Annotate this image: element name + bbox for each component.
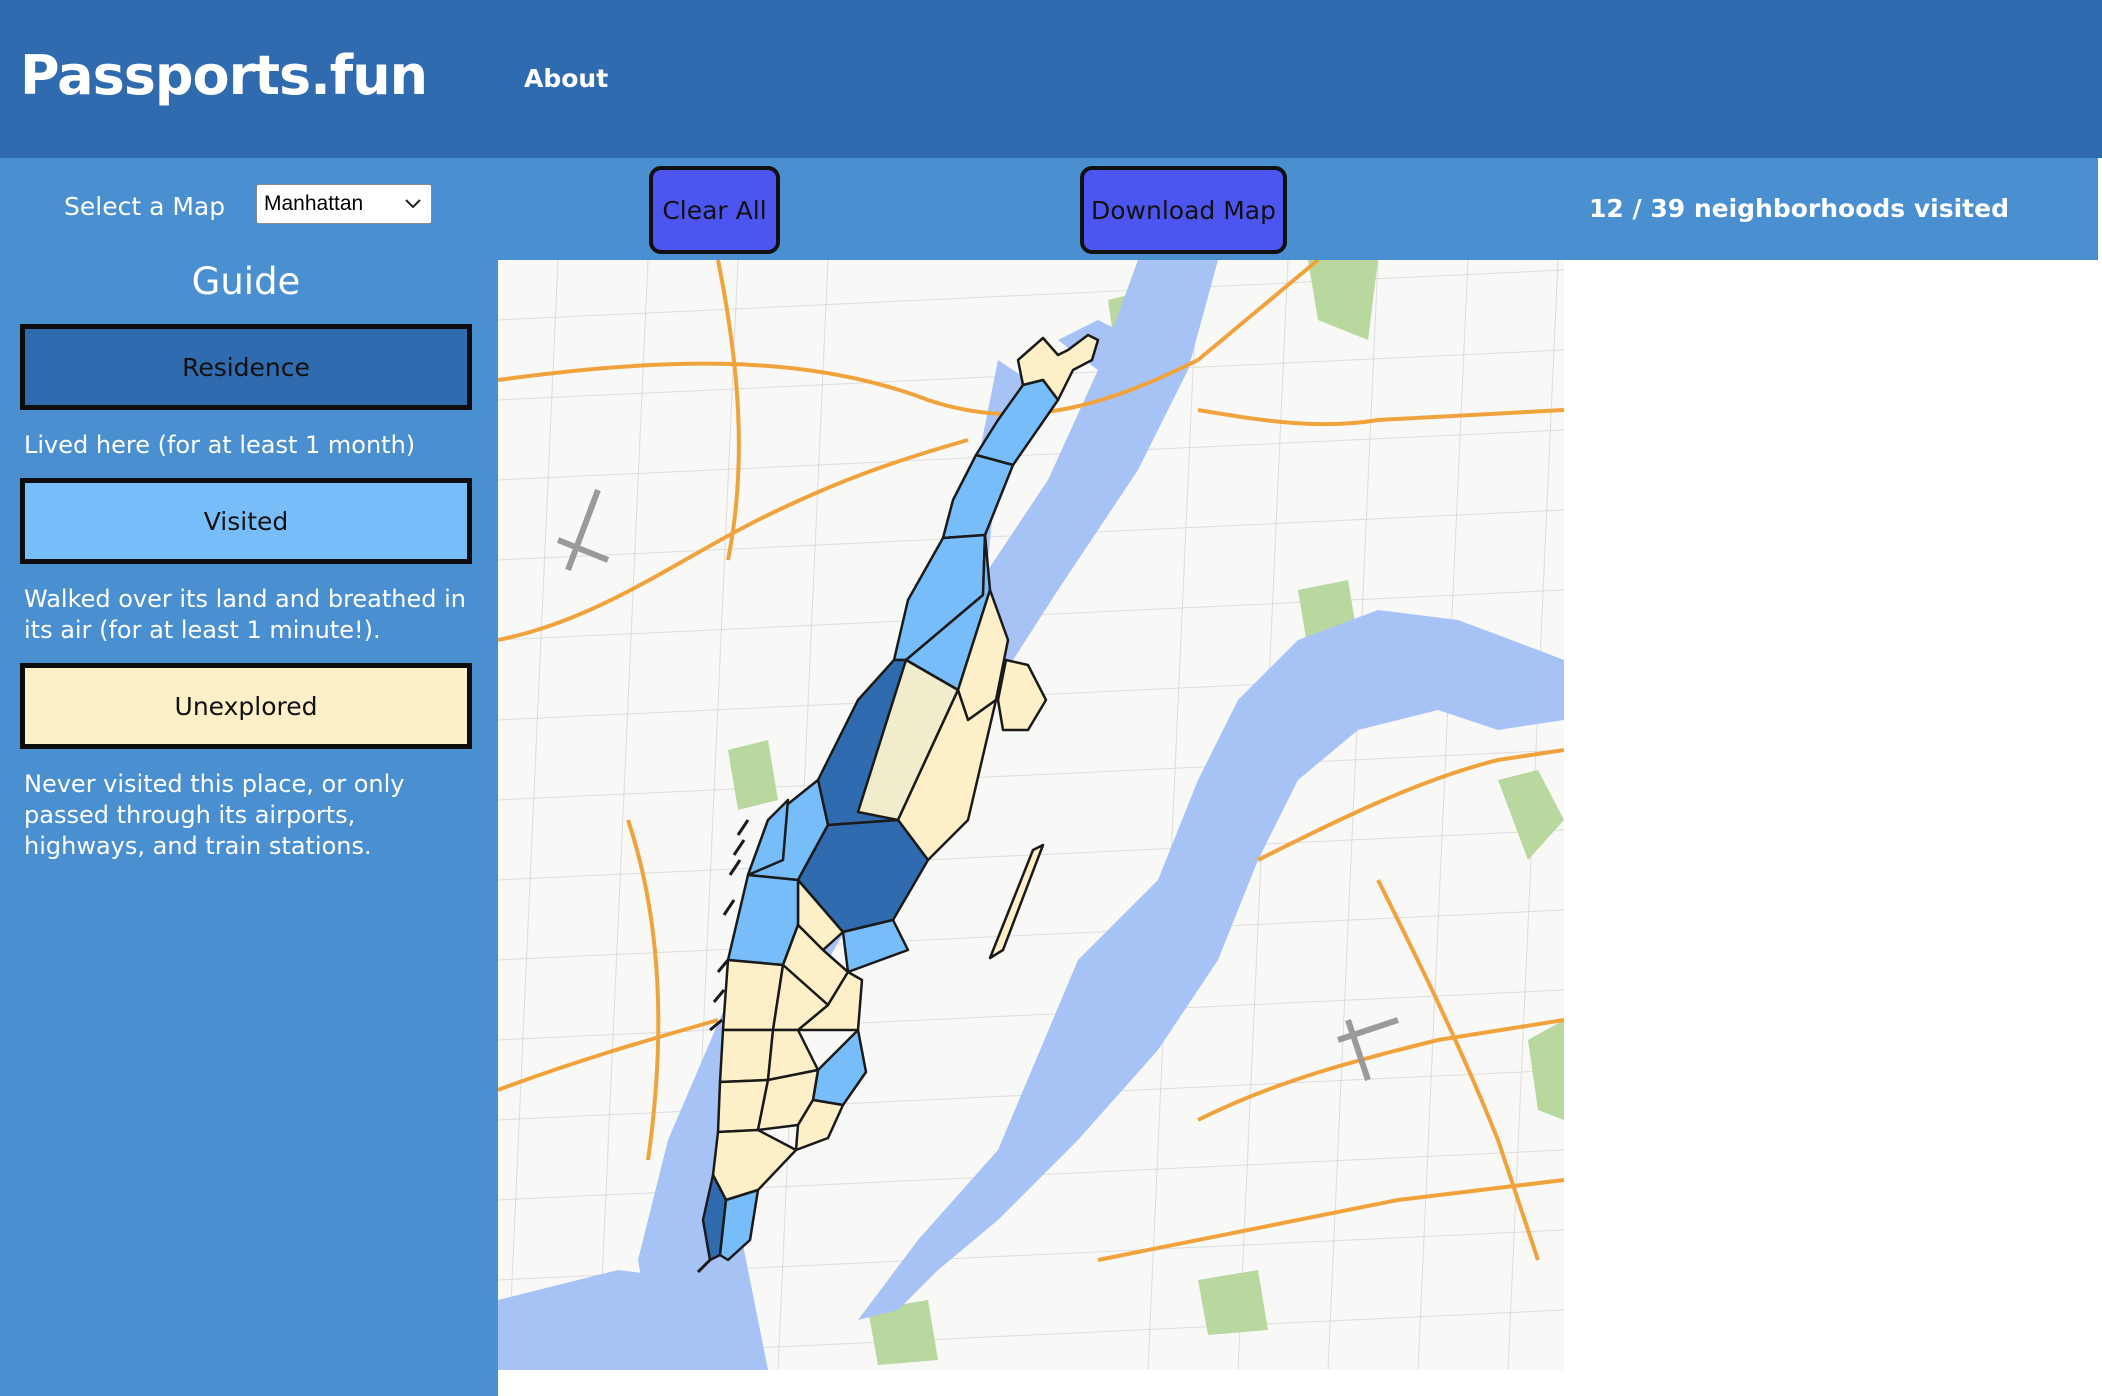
legend-unexplored-description: Never visited this place, or only passed… — [24, 770, 405, 860]
legend-residence-swatch: Residence — [20, 324, 472, 410]
about-link[interactable]: About — [524, 64, 608, 93]
chevron-down-icon — [405, 199, 421, 209]
clear-all-button[interactable]: Clear All — [649, 166, 780, 254]
neighborhood-map[interactable] — [498, 260, 1564, 1370]
guide-title: Guide — [191, 260, 301, 303]
toolbar: Select a Map Manhattan Clear All Downloa… — [0, 158, 2098, 260]
legend-residence-description: Lived here (for at least 1 month) — [24, 431, 416, 459]
guide-sidebar: Guide Residence Lived here (for at least… — [0, 260, 498, 1396]
map-select-value: Manhattan — [264, 192, 364, 215]
legend-unexplored-swatch: Unexplored — [20, 663, 472, 749]
neighborhood-soho[interactable] — [718, 1028, 775, 1084]
map-canvas — [498, 260, 1564, 1370]
legend-visited-swatch: Visited — [20, 478, 472, 564]
top-nav-bar: Passports.fun About — [0, 0, 2102, 158]
brand-logo[interactable]: Passports.fun — [20, 44, 428, 107]
select-map-label: Select a Map — [64, 192, 226, 221]
legend-visited-description: Walked over its land and breathed in its… — [24, 585, 467, 644]
map-select-dropdown[interactable]: Manhattan — [256, 184, 432, 224]
download-map-button[interactable]: Download Map — [1080, 166, 1287, 254]
visited-counter: 12 / 39 neighborhoods visited — [1589, 194, 2009, 223]
